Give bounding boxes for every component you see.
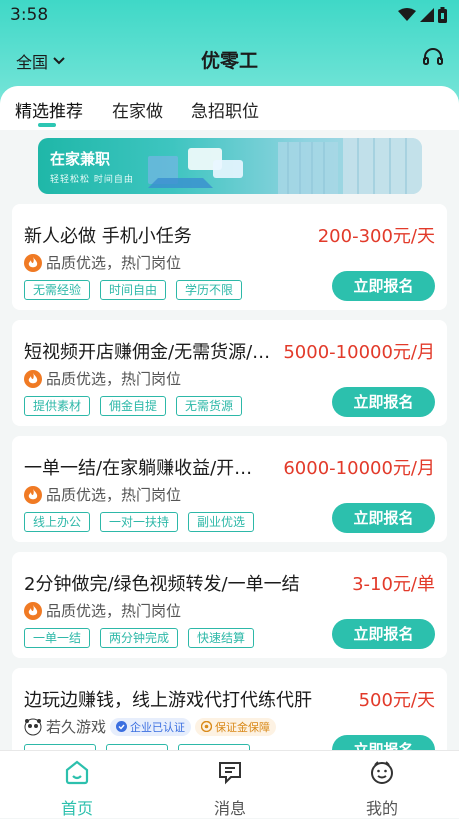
nav-profile[interactable]: 我的 (342, 759, 422, 819)
nav-home-label: 首页 (60, 799, 93, 818)
job-subtitle: 品质优选，热门岗位 (46, 370, 182, 388)
shield-icon (201, 721, 213, 732)
flame-icon (24, 253, 42, 272)
job-tag: 线上办公 (24, 512, 91, 532)
banner-subtitle: 轻轻松松 时间自由 (50, 175, 134, 185)
headset-icon (423, 48, 443, 65)
job-salary: 500元/天 (358, 690, 435, 711)
panda-avatar-icon (24, 718, 42, 735)
job-salary: 6000-10000元/月 (283, 458, 435, 479)
deposit-badge: 保证金保障 (195, 717, 277, 736)
job-card[interactable]: 一单一结/在家躺赚收益/开… 6000-10000元/月 品质优选，热门岗位 线… (12, 436, 447, 542)
banner-title: 在家兼职 (50, 150, 111, 168)
job-tag: 无需货源 (176, 396, 243, 416)
job-tag: 两分钟完成 (100, 628, 179, 648)
app-bar: 全国 优零工 (0, 40, 459, 80)
apply-button[interactable]: 立即报名 (332, 619, 435, 649)
cell-signal-icon (420, 8, 434, 22)
job-tag: 无需经验 (24, 280, 91, 300)
status-time: 3:58 (10, 5, 49, 25)
job-title: 一单一结/在家躺赚收益/开… (24, 458, 253, 479)
check-badge-icon (116, 721, 128, 732)
job-tag: 时间自由 (100, 280, 167, 300)
tab-featured[interactable]: 精选推荐 (15, 97, 83, 122)
flame-icon (24, 601, 42, 620)
apply-button[interactable]: 立即报名 (332, 735, 435, 750)
apply-button[interactable]: 立即报名 (332, 271, 435, 301)
job-subtitle: 品质优选，热门岗位 (46, 486, 182, 504)
smiley-icon (371, 761, 393, 784)
wifi-icon (398, 8, 416, 21)
job-tag: 一单一结 (24, 628, 91, 648)
job-title: 新人必做 手机小任务 (24, 226, 192, 247)
promo-banner[interactable]: 在家兼职 轻轻松松 时间自由 (38, 138, 422, 194)
company-name: 若久游戏 (46, 718, 107, 736)
job-subtitle-row: 品质优选，热门岗位 (24, 600, 181, 621)
job-subtitle-row: 品质优选，热门岗位 (24, 368, 181, 389)
tab-work-from-home[interactable]: 在家做 (112, 97, 163, 122)
job-salary: 5000-10000元/月 (283, 342, 435, 363)
job-salary: 200-300元/天 (317, 226, 435, 247)
battery-icon (438, 7, 447, 23)
category-tabs: 精选推荐 在家做 急招职位 (0, 86, 459, 130)
job-tags: 线上办公 一对一扶持 副业优选 (24, 512, 255, 532)
job-title: 短视频开店赚佣金/无需货源/… (24, 342, 271, 363)
job-tag: 快速结算 (188, 628, 255, 648)
status-bar: 3:58 (0, 0, 459, 32)
job-subtitle-row: 品质优选，热门岗位 (24, 484, 181, 505)
job-tag: 提供素材 (24, 396, 91, 416)
job-title: 2分钟做完/绿色视频转发/一单一结 (24, 574, 300, 595)
customer-service-button[interactable] (421, 46, 445, 74)
job-tag: 佣金自提 (100, 396, 167, 416)
nav-messages-label: 消息 (213, 799, 246, 818)
job-title: 边玩边赚钱，线上游戏代打代练代肝 (24, 690, 312, 711)
bottom-navigation: 首页 消息 我的 (0, 750, 459, 818)
job-salary: 3-10元/单 (352, 574, 435, 595)
flame-icon (24, 369, 42, 388)
content-panel: 精选推荐 在家做 急招职位 在家兼职 轻轻松松 时间自由 新人必做 手机小任务 … (0, 86, 459, 750)
job-tags: 一单一结 两分钟完成 快速结算 (24, 628, 255, 648)
job-tag: 一对一扶持 (100, 512, 179, 532)
job-subtitle: 品质优选，热门岗位 (46, 602, 182, 620)
verified-badge: 企业已认证 (110, 717, 192, 736)
message-icon (219, 762, 241, 785)
job-tag: 副业优选 (188, 512, 255, 532)
job-card[interactable]: 新人必做 手机小任务 200-300元/天 品质优选，热门岗位 无需经验 时间自… (12, 204, 447, 310)
tab-active-indicator (38, 123, 56, 127)
job-subtitle: 品质优选，热门岗位 (46, 254, 182, 272)
job-card[interactable]: 短视频开店赚佣金/无需货源/… 5000-10000元/月 品质优选，热门岗位 … (12, 320, 447, 426)
apply-button[interactable]: 立即报名 (332, 387, 435, 417)
apply-button[interactable]: 立即报名 (332, 503, 435, 533)
job-tags: 提供素材 佣金自提 无需货源 (24, 396, 243, 416)
job-subtitle-row: 品质优选，热门岗位 (24, 252, 181, 273)
job-company-row: 若久游戏 企业已认证 保证金保障 (24, 716, 277, 737)
app-title: 优零工 (200, 50, 258, 72)
status-icons (398, 7, 447, 23)
job-card[interactable]: 边玩边赚钱，线上游戏代打代练代肝 500元/天 若久游戏 企业已认证 保证金保障 (12, 668, 447, 750)
home-icon (65, 760, 89, 785)
nav-profile-label: 我的 (365, 799, 398, 818)
flame-icon (24, 485, 42, 504)
nav-home[interactable]: 首页 (37, 759, 117, 819)
job-tag: 学历不限 (176, 280, 243, 300)
tab-urgent-jobs[interactable]: 急招职位 (191, 97, 259, 122)
job-card[interactable]: 2分钟做完/绿色视频转发/一单一结 3-10元/单 品质优选，热门岗位 一单一结… (12, 552, 447, 658)
job-tags: 无需经验 时间自由 学历不限 (24, 280, 243, 300)
nav-messages[interactable]: 消息 (190, 759, 270, 819)
